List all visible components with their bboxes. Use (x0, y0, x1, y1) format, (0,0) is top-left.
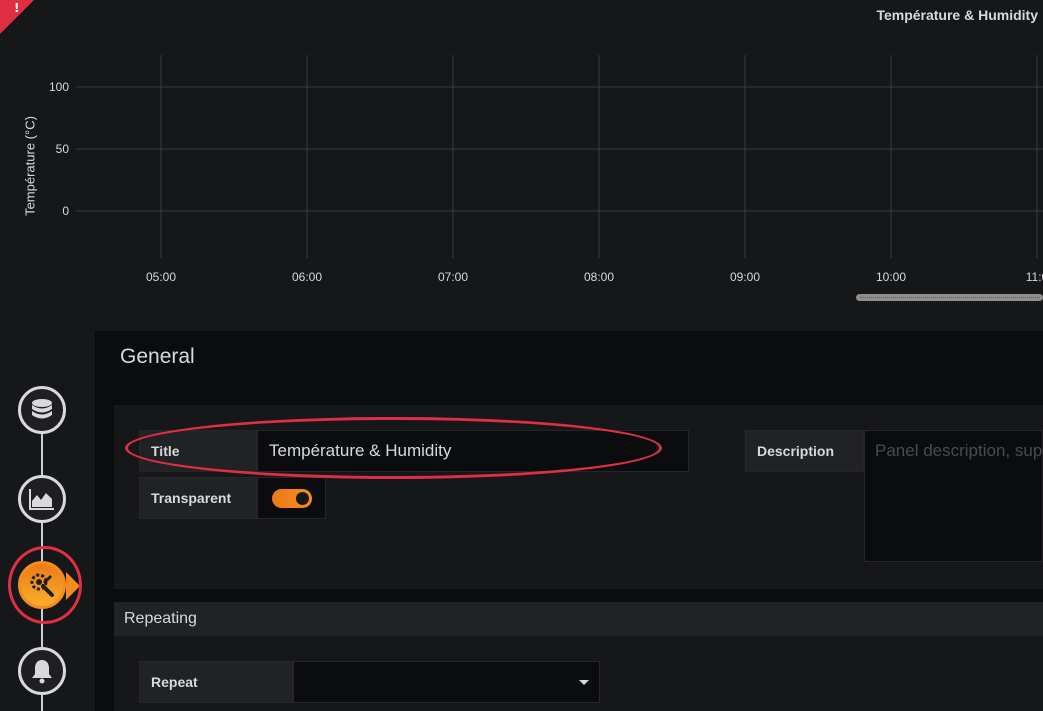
repeating-section-header[interactable]: Repeating (114, 602, 1043, 636)
queries-step-button[interactable] (18, 386, 66, 434)
caret-down-icon (579, 680, 589, 685)
x-tick-label: 05:00 (146, 270, 176, 284)
transparent-switch-container (257, 477, 326, 519)
description-label: Description (745, 430, 864, 472)
y-tick-label: 0 (62, 204, 69, 218)
x-tick-label: 11:0 (1026, 270, 1043, 284)
scrollbar-track (860, 297, 1040, 299)
repeating-options-box: Repeat (114, 636, 1043, 711)
repeat-select[interactable] (293, 661, 600, 703)
y-tick-label: 50 (56, 142, 70, 156)
x-tick-label: 10:00 (876, 270, 906, 284)
visualization-step-button[interactable] (18, 475, 66, 523)
section-title-general: General (120, 345, 195, 368)
y-axis-label: Température (°C) (22, 116, 38, 216)
annotation-circle-general-step (8, 546, 82, 624)
description-textarea[interactable]: Panel description, sup (864, 430, 1043, 562)
x-tick-label: 08:00 (584, 270, 614, 284)
time-series-chart: 100 50 0 05:00 06:00 07:00 08:00 09:00 10:00 11:0 (49, 55, 1043, 284)
toggle-knob (296, 492, 309, 505)
x-tick-label: 06:00 (292, 270, 322, 284)
transparent-label: Transparent (139, 477, 257, 519)
x-tick-label: 07:00 (438, 270, 468, 284)
repeat-label: Repeat (139, 661, 293, 703)
annotation-ellipse-title (125, 417, 662, 479)
database-icon (32, 399, 52, 419)
x-tick-label: 09:00 (730, 270, 760, 284)
graph-panel: ! Température & Humidity 100 50 0 05:00 06:0… (0, 0, 1043, 320)
general-options-box: Title Température & Humidity Transparent… (114, 405, 1043, 589)
alert-step-button[interactable] (18, 647, 66, 695)
area-chart-icon (29, 489, 54, 510)
panel-editor: General Title Température & Humidity Tra… (95, 331, 1043, 711)
bell-icon (32, 660, 52, 684)
y-tick-label: 100 (49, 80, 69, 94)
transparent-toggle[interactable] (272, 489, 312, 508)
